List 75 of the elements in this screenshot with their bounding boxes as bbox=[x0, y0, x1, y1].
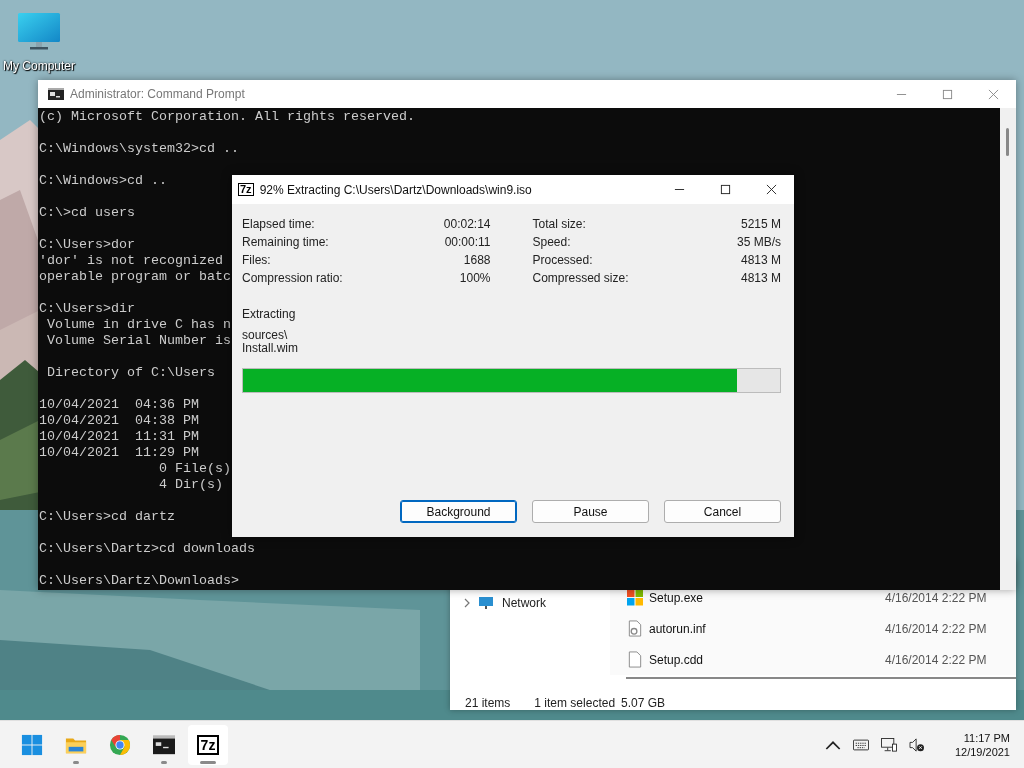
stat-label: Compressed size: bbox=[532, 271, 630, 285]
stat-label: Total size: bbox=[532, 217, 587, 231]
console-line: C:\Users>dor bbox=[39, 237, 135, 253]
stat-value: 100% bbox=[458, 271, 491, 285]
file-date: 4/16/2014 2:22 PM bbox=[885, 590, 987, 605]
stat-label: Speed: bbox=[532, 235, 572, 249]
console-line: C:\Windows\system32>cd .. bbox=[39, 141, 239, 157]
dialog-button[interactable]: Cancel bbox=[664, 500, 781, 523]
stat-label: Files: bbox=[242, 253, 272, 267]
console-line: 'dor' is not recognized bbox=[39, 253, 223, 269]
stat-label: Compression ratio: bbox=[242, 271, 344, 285]
operation-status: Extracting bbox=[242, 307, 296, 321]
console-line: C:\Users\Dartz\Downloads> bbox=[39, 573, 239, 589]
network-icon[interactable] bbox=[880, 737, 897, 752]
volume-muted-icon[interactable] bbox=[908, 737, 925, 752]
dialog-button[interactable]: Pause bbox=[532, 500, 649, 523]
settings-file-icon bbox=[627, 620, 643, 637]
stat-value: 5215 M bbox=[739, 217, 781, 231]
item-count: 21 items bbox=[465, 696, 511, 710]
monitor-icon[interactable] bbox=[17, 12, 61, 52]
current-file-path: Install.wim bbox=[242, 342, 298, 355]
console-icon[interactable] bbox=[153, 733, 175, 756]
file-name[interactable]: autorun.inf bbox=[649, 621, 885, 636]
maximize-icon[interactable] bbox=[720, 184, 731, 195]
stat-label: Elapsed time: bbox=[242, 217, 316, 231]
selection-size: 5.07 GB bbox=[621, 696, 666, 710]
console-line: 0 File(s) bbox=[157, 461, 231, 477]
console-line: (c) Microsoft Corporation. All rights reserved. bbox=[39, 109, 415, 125]
app-logo[interactable]: 7z bbox=[196, 734, 220, 755]
console-line: 10/04/2021 11:31 PM bbox=[39, 429, 199, 445]
current-file-path: sources\ bbox=[242, 329, 288, 342]
stat-value: 00:00:11 bbox=[443, 235, 491, 249]
stat-value: 1688 bbox=[462, 253, 491, 267]
chevron-icon[interactable] bbox=[464, 598, 470, 608]
file-date: 4/16/2014 2:22 PM bbox=[885, 621, 987, 636]
stat-value: 35 MB/s bbox=[737, 235, 781, 249]
start-icon[interactable] bbox=[21, 733, 43, 756]
clock-date[interactable]: 12/19/2021 bbox=[954, 744, 1010, 759]
window-title: Administrator: Command Prompt bbox=[70, 87, 245, 101]
console-icon bbox=[48, 88, 64, 100]
stat-value: 4813 M bbox=[739, 253, 781, 267]
stat-label: Remaining time: bbox=[242, 235, 330, 249]
console-line: C:\Windows>cd .. bbox=[39, 173, 167, 189]
file-date: 4/16/2014 2:22 PM bbox=[885, 652, 987, 667]
console-line: C:\Users>cd dartz bbox=[39, 509, 175, 525]
console-line: C:\Users\Dartz>cd downloads bbox=[39, 541, 255, 557]
console-line: C:\Users>dir bbox=[39, 301, 135, 317]
window-title: 92% Extracting C:\Users\Dartz\Downloads\win9.iso bbox=[259, 182, 532, 197]
windows-logo-icon bbox=[627, 589, 643, 606]
nav-item[interactable]: Network bbox=[502, 596, 546, 610]
close-icon[interactable] bbox=[766, 184, 777, 195]
browser-icon[interactable] bbox=[109, 733, 131, 756]
console-line: operable program or batc bbox=[39, 269, 231, 285]
app-logo: 7z bbox=[238, 183, 254, 196]
network-icon bbox=[478, 596, 494, 610]
console-line: 4 Dir(s) bbox=[157, 477, 223, 493]
file-name[interactable]: Setup.exe bbox=[649, 590, 885, 605]
file-name[interactable]: Setup.cdd bbox=[649, 652, 885, 667]
stat-value: 00:02:14 bbox=[443, 217, 491, 231]
scrollbar-thumb[interactable] bbox=[1006, 128, 1009, 156]
console-line: Directory of C:\Users bbox=[46, 365, 215, 381]
console-line: 10/04/2021 04:36 PM bbox=[39, 397, 199, 413]
stat-label: Processed: bbox=[532, 253, 594, 267]
console-line: Volume in drive C has n bbox=[46, 317, 231, 333]
selection-status: 1 item selected bbox=[534, 696, 616, 710]
stat-value: 4813 M bbox=[739, 271, 781, 285]
console-line: 10/04/2021 04:38 PM bbox=[39, 413, 199, 429]
console-line: Volume Serial Number is bbox=[46, 333, 231, 349]
file-icon bbox=[627, 651, 643, 668]
dialog-button[interactable]: Background bbox=[400, 500, 517, 523]
keyboard-icon[interactable] bbox=[852, 737, 869, 752]
console-line: C:\>cd users bbox=[39, 205, 135, 221]
clock-time[interactable]: 11:17 PM bbox=[963, 730, 1010, 745]
taskbar-app[interactable]: 7z bbox=[188, 724, 228, 765]
console-line: 10/04/2021 11:29 PM bbox=[39, 445, 199, 461]
